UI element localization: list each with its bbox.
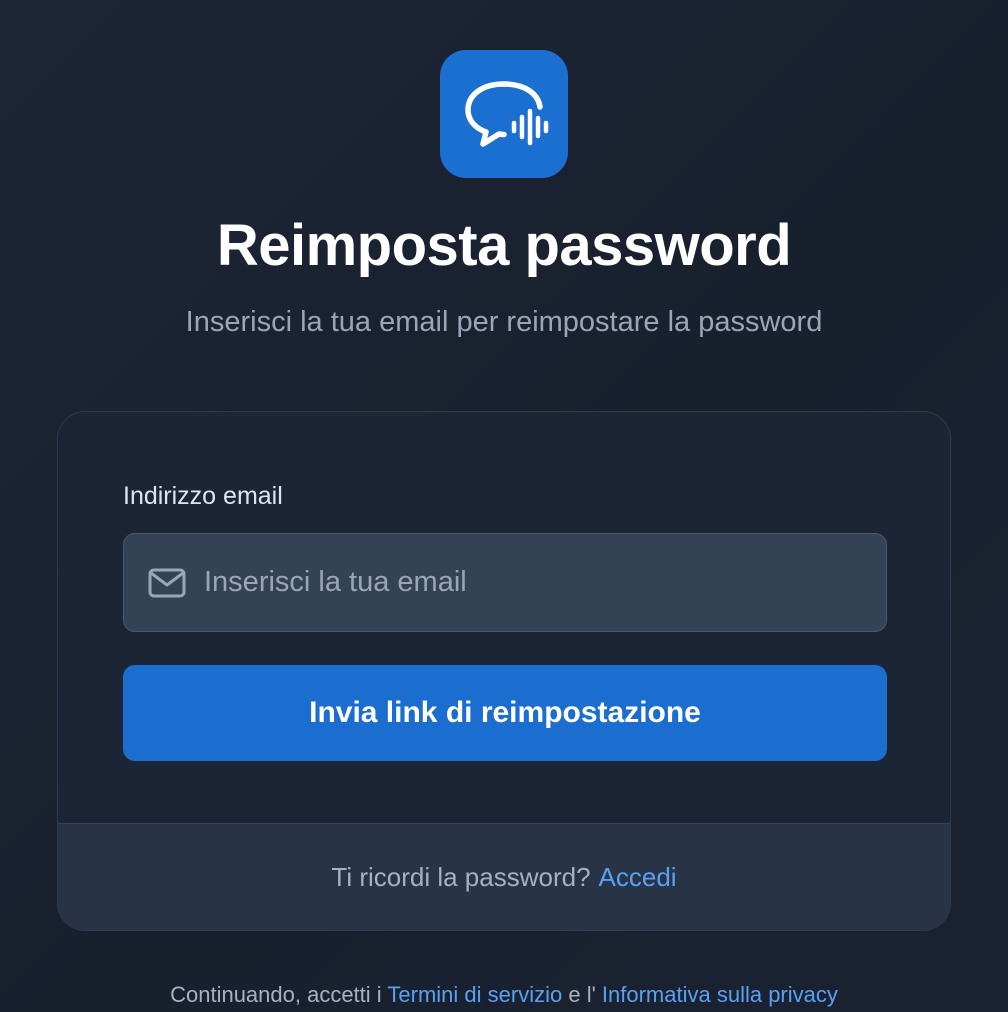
chat-bubble-waveform-icon xyxy=(465,81,549,147)
email-input[interactable] xyxy=(204,534,886,631)
legal-prefix: Continuando, accetti i xyxy=(170,982,382,1007)
card-footer: Ti ricordi la password? Accedi xyxy=(58,823,950,930)
app-logo xyxy=(440,50,568,178)
page-subtitle: Inserisci la tua email per reimpostare l… xyxy=(185,306,823,338)
legal-notice: Continuando, accetti i Termini di serviz… xyxy=(0,982,1008,1008)
reset-password-card: Indirizzo email Invia link di reimpostaz… xyxy=(57,411,951,931)
remember-password-prompt: Ti ricordi la password? xyxy=(331,861,591,892)
page-title: Reimposta password xyxy=(216,213,792,278)
terms-link[interactable]: Termini di servizio xyxy=(387,982,562,1007)
email-field[interactable] xyxy=(123,533,887,632)
send-reset-link-button[interactable]: Invia link di reimpostazione xyxy=(123,665,887,761)
email-label: Indirizzo email xyxy=(123,482,283,510)
mail-icon xyxy=(148,563,188,603)
privacy-link[interactable]: Informativa sulla privacy xyxy=(602,982,838,1007)
login-link[interactable]: Accedi xyxy=(599,862,677,893)
legal-conjunction: e l' xyxy=(568,982,596,1007)
